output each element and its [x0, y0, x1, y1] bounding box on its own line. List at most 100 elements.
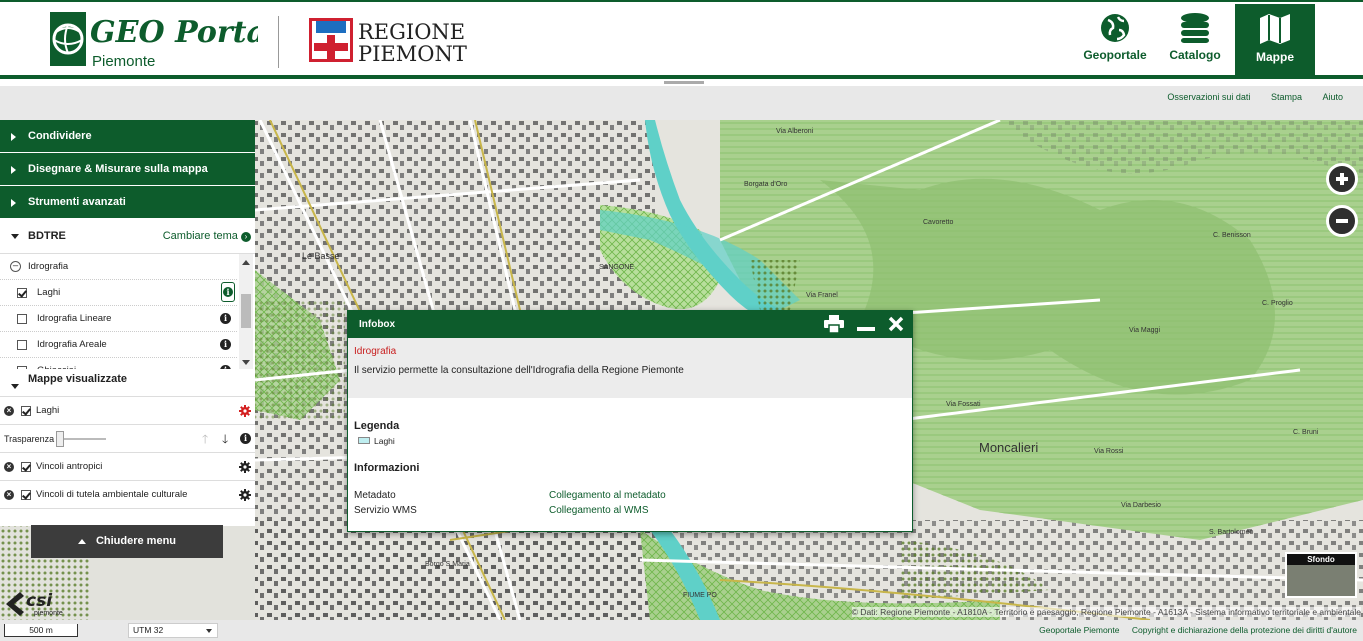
accordion-disegnare[interactable]: Disegnare & Misurare sulla mappa — [0, 153, 255, 186]
layer-item-idrografia-lineare[interactable]: Idrografia Lineare i — [0, 306, 237, 332]
info-row-metadato: Metadato Collegamento al metadato — [354, 490, 906, 505]
transparency-slider-track[interactable] — [58, 438, 106, 440]
infobox-body: Legenda Laghi Informazioni Metadato Coll… — [348, 398, 912, 520]
logo-divider — [278, 16, 279, 68]
info-icon[interactable]: i — [220, 313, 231, 324]
link-aiuto[interactable]: Aiuto — [1322, 92, 1343, 102]
accordion-condividere[interactable]: Condividere — [0, 120, 255, 153]
database-icon — [1181, 13, 1209, 43]
globe-icon — [1101, 14, 1129, 42]
remove-layer-icon[interactable]: × — [4, 406, 14, 416]
map-label-le-basse: Le Basse — [302, 251, 340, 261]
link-stampa[interactable]: Stampa — [1271, 92, 1302, 102]
svg-text:Piemonte: Piemonte — [92, 53, 155, 70]
change-theme-label: Cambiare tema — [162, 230, 238, 242]
scroll-thumb[interactable] — [241, 294, 251, 328]
layer-item-laghi[interactable]: Laghi — [0, 280, 237, 306]
legend-heading: Legenda — [354, 420, 400, 432]
basemap-switcher[interactable]: Sfondo — [1285, 552, 1357, 598]
map-label-bruni: C. Bruni — [1293, 429, 1319, 436]
map-label-borgata-oro: Borgata d'Oro — [744, 181, 788, 188]
info-row-wms: Servizio WMS Collegamento al WMS — [354, 505, 906, 520]
layer-item-idrografia-areale[interactable]: Idrografia Areale i — [0, 332, 237, 358]
visible-map-checkbox[interactable] — [21, 462, 31, 472]
legend-swatch — [358, 437, 370, 444]
nav-catalogo[interactable]: Catalogo — [1155, 4, 1235, 75]
svg-text:csi: csi — [26, 591, 53, 611]
infobox-layer-title: Idrografia — [354, 346, 397, 357]
map-label-via-darbesio: Via Darbesio — [1121, 502, 1161, 509]
link-osservazioni[interactable]: Osservazioni sui dati — [1167, 92, 1250, 102]
transparency-slider-handle[interactable] — [56, 431, 64, 447]
visible-map-label: Laghi — [36, 405, 60, 416]
regione-piemonte-logo[interactable]: REGIONE PIEMONTE — [308, 17, 482, 67]
nav-geoportale[interactable]: Geoportale — [1075, 4, 1155, 75]
infobox-header[interactable]: Infobox — [348, 311, 912, 338]
map-label-proglio: C. Proglio — [1262, 300, 1293, 307]
collapse-minus-icon[interactable]: – — [10, 261, 21, 272]
scroll-down-icon[interactable] — [242, 360, 250, 365]
layer-list-scrollbar[interactable] — [239, 254, 253, 370]
visible-map-checkbox[interactable] — [21, 490, 31, 500]
legend-item-label: Laghi — [374, 436, 395, 446]
zoom-in-button[interactable] — [1326, 163, 1358, 195]
visible-map-vincoli-tutela: × Vincoli di tutela ambientale culturale — [0, 481, 255, 509]
change-theme-link[interactable]: Cambiare tema › — [163, 219, 251, 253]
gear-icon[interactable] — [239, 489, 251, 501]
map-label-s-bartolomeo: S. Bartolomeo — [1209, 529, 1254, 536]
infobox-description-panel: Idrografia Il servizio permette la consu… — [348, 338, 912, 398]
layer-checkbox[interactable] — [17, 340, 27, 350]
visible-map-label: Vincoli antropici — [36, 461, 103, 472]
wms-link[interactable]: Collegamento al WMS — [549, 505, 648, 516]
transparency-row: Trasparenza 🡑 🡓 i — [0, 425, 255, 453]
visible-map-checkbox[interactable] — [21, 406, 31, 416]
nav-mappe-label: Mappe — [1255, 50, 1294, 64]
layer-checkbox[interactable] — [17, 314, 27, 324]
header-underline — [0, 75, 1363, 79]
gear-icon[interactable] — [239, 405, 251, 417]
close-icon[interactable] — [888, 315, 904, 344]
toolbar-links: Osservazioni sui dati Stampa Aiuto — [1149, 92, 1343, 102]
scale-bar: 500 m — [4, 624, 78, 637]
map-label-via-maggi: Via Maggi — [1129, 327, 1161, 334]
info-heading: Informazioni — [354, 462, 420, 474]
map-label-benisson: C. Benisson — [1213, 232, 1251, 239]
close-menu-button[interactable]: Chiudere menu — [31, 525, 223, 558]
legend-item: Laghi — [354, 436, 906, 448]
scroll-up-icon[interactable] — [242, 260, 250, 265]
remove-layer-icon[interactable]: × — [4, 490, 14, 500]
nav-geoportale-label: Geoportale — [1083, 48, 1147, 62]
map-label-moncalieri: Moncalieri — [979, 440, 1039, 455]
footer-links: Geoportale Piemonte Copyright e dichiara… — [1029, 625, 1357, 635]
header-collapse-grip[interactable] — [664, 81, 704, 84]
svg-text:piemonte: piemonte — [34, 610, 63, 617]
theme-section-header[interactable]: BDTRE Cambiare tema › — [0, 219, 255, 253]
info-icon[interactable] — [221, 282, 235, 302]
info-icon[interactable]: i — [240, 433, 251, 444]
map-label-sangone: SANGONE — [599, 264, 635, 271]
remove-layer-icon[interactable]: × — [4, 462, 14, 472]
layer-checkbox[interactable] — [17, 288, 27, 298]
map-label-via-alberoni: Via Alberoni — [776, 128, 814, 135]
nav-mappe[interactable]: Mappe — [1235, 4, 1315, 75]
layer-group-idrografia[interactable]: – Idrografia — [0, 254, 237, 280]
zoom-out-button[interactable] — [1326, 205, 1358, 237]
svg-text:PIEMONTE: PIEMONTE — [358, 42, 468, 66]
visible-maps-header[interactable]: Mappe visualizzate — [0, 369, 255, 389]
info-row-label: Metadato — [354, 490, 396, 501]
map-label-fiume-po: FIUME PO — [683, 592, 717, 599]
minimize-icon[interactable] — [857, 315, 876, 344]
metadata-link[interactable]: Collegamento al metadato — [549, 490, 666, 501]
projection-select[interactable]: UTM 32 — [128, 623, 218, 638]
move-up-icon[interactable]: 🡑 — [202, 425, 208, 453]
gear-icon[interactable] — [239, 461, 251, 473]
footer-link-copyright[interactable]: Copyright e dichiarazione della protezio… — [1132, 625, 1357, 635]
visible-map-vincoli-antropici: × Vincoli antropici — [0, 453, 255, 481]
geoportale-logo[interactable]: GEO Portale Piemonte — [48, 10, 296, 72]
layer-label: Idrografia Areale — [37, 339, 107, 350]
info-icon[interactable]: i — [220, 339, 231, 350]
footer-link-geoportale[interactable]: Geoportale Piemonte — [1039, 625, 1119, 635]
move-down-icon[interactable]: 🡓 — [222, 425, 228, 453]
print-icon[interactable] — [824, 315, 845, 344]
accordion-strumenti[interactable]: Strumenti avanzati — [0, 186, 255, 219]
